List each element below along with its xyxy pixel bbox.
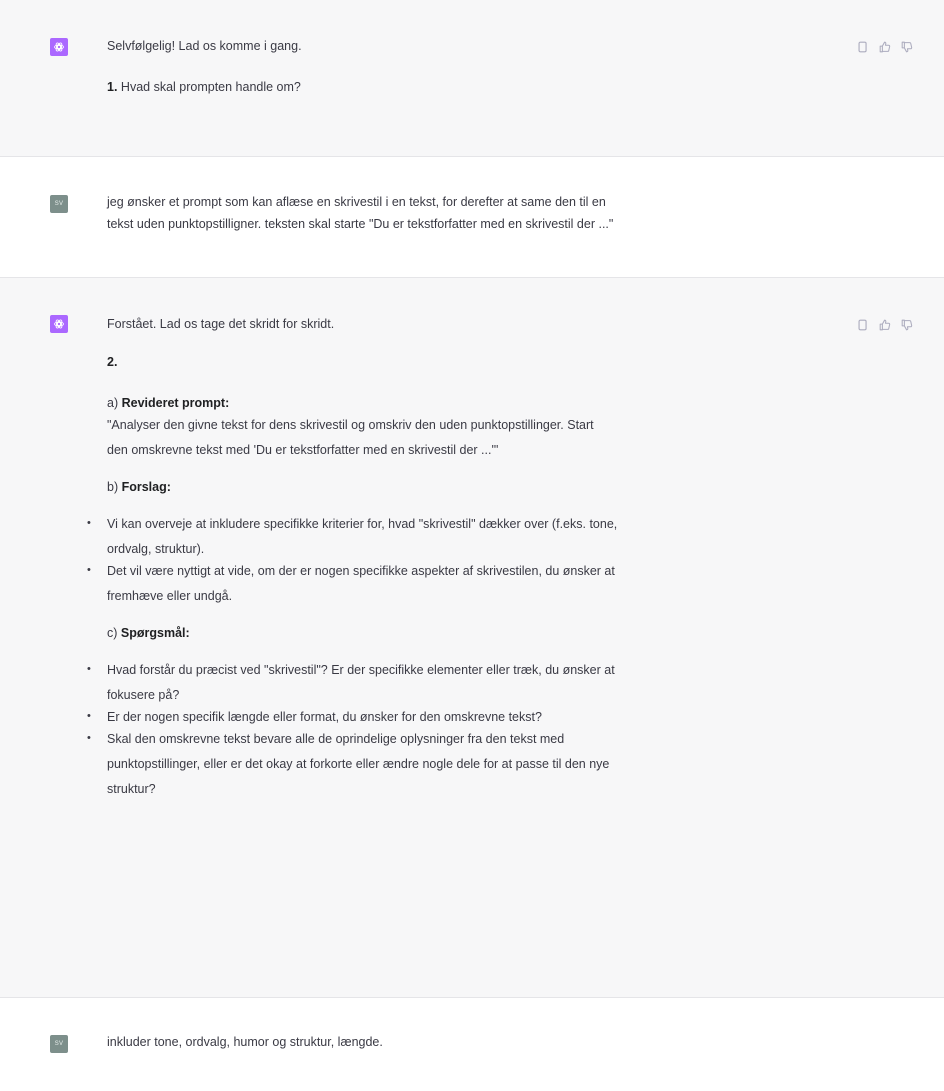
revised-prompt-line: "Analyser den givne tekst for dens skriv…: [107, 418, 594, 432]
message-line: Selvfølgelig! Lad os komme i gang.: [107, 39, 302, 53]
section-prefix: b): [107, 480, 122, 494]
list-item-line: ordvalg, struktur).: [107, 542, 205, 556]
user-message-2: SV inkluder tone, ordvalg, humor og stru…: [0, 998, 944, 1091]
section-prefix: c): [107, 626, 121, 640]
list-item: Vi kan overveje at inkludere specifikke …: [87, 512, 807, 560]
list-item-line: Det vil være nyttigt at vide, om der er …: [107, 564, 615, 578]
section-b-heading: b) Forslag:: [107, 476, 807, 498]
message-actions: [856, 40, 914, 54]
thumbs-down-icon[interactable]: [900, 318, 914, 332]
section-label: Revideret prompt:: [121, 396, 230, 410]
suggestions-list: Vi kan overveje at inkludere specifikke …: [87, 512, 807, 607]
question-line: 1. Hvad skal prompten handle om?: [107, 76, 807, 98]
user-message-text: inkluder tone, ordvalg, humor og struktu…: [107, 1031, 807, 1053]
list-item-line: fremhæve eller undgå.: [107, 589, 233, 603]
step-number-text: 2.: [107, 355, 118, 369]
questions-list: Hvad forstår du præcist ved "skrivestil"…: [87, 658, 807, 800]
thumbs-up-icon[interactable]: [878, 318, 892, 332]
question-text: Hvad skal prompten handle om?: [117, 80, 301, 94]
thumbs-up-icon[interactable]: [878, 40, 892, 54]
message-line: Forstået. Lad os tage det skridt for skr…: [107, 317, 335, 331]
assistant-avatar: [50, 38, 68, 56]
message-actions: [856, 318, 914, 332]
message-line: inkluder tone, ordvalg, humor og struktu…: [107, 1035, 383, 1049]
openai-logo-icon: [54, 319, 64, 329]
thumbs-down-icon[interactable]: [900, 40, 914, 54]
user-message-1: SV jeg ønsker et prompt som kan aflæse e…: [0, 157, 944, 278]
assistant-message-1: Selvfølgelig! Lad os komme i gang. 1. Hv…: [0, 0, 944, 157]
list-item-line: punktopstillinger, eller er det okay at …: [107, 757, 610, 771]
user-message-text: jeg ønsker et prompt som kan aflæse en s…: [107, 191, 807, 235]
question-number: 1.: [107, 80, 118, 94]
assistant-message-text: Forstået. Lad os tage det skridt for skr…: [87, 313, 807, 800]
assistant-avatar: [50, 315, 68, 333]
list-item-line: Er der nogen specifik længde eller forma…: [107, 710, 542, 724]
list-item: Er der nogen specifik længde eller forma…: [87, 705, 807, 728]
user-avatar: SV: [50, 195, 68, 213]
message-line: tekst uden punktopstilligner. teksten sk…: [107, 217, 614, 231]
list-item: Det vil være nyttigt at vide, om der er …: [87, 559, 807, 607]
section-label: Forslag:: [121, 480, 171, 494]
list-item: Hvad forstår du præcist ved "skrivestil"…: [87, 658, 807, 706]
openai-logo-icon: [54, 42, 64, 52]
list-item: Skal den omskrevne tekst bevare alle de …: [87, 727, 807, 800]
section-c-heading: c) Spørgsmål:: [107, 622, 807, 644]
list-item-line: Skal den omskrevne tekst bevare alle de …: [107, 732, 565, 746]
step-number: 2.: [107, 351, 807, 373]
assistant-message-text: Selvfølgelig! Lad os komme i gang. 1. Hv…: [107, 35, 807, 98]
list-item-line: struktur?: [107, 782, 156, 796]
copy-icon[interactable]: [856, 40, 870, 54]
user-avatar: SV: [50, 1035, 68, 1053]
message-line: jeg ønsker et prompt som kan aflæse en s…: [107, 195, 606, 209]
section-label: Spørgsmål:: [120, 626, 190, 640]
copy-icon[interactable]: [856, 318, 870, 332]
list-item-line: Vi kan overveje at inkludere specifikke …: [107, 517, 618, 531]
assistant-message-2: Forstået. Lad os tage det skridt for skr…: [0, 278, 944, 998]
section-prefix: a): [107, 396, 122, 410]
list-item-line: Hvad forstår du præcist ved "skrivestil"…: [107, 663, 615, 677]
revised-prompt-line: den omskrevne tekst med 'Du er tekstforf…: [107, 443, 499, 457]
list-item-line: fokusere på?: [107, 688, 180, 702]
section-a-heading: a) Revideret prompt:: [107, 392, 807, 414]
